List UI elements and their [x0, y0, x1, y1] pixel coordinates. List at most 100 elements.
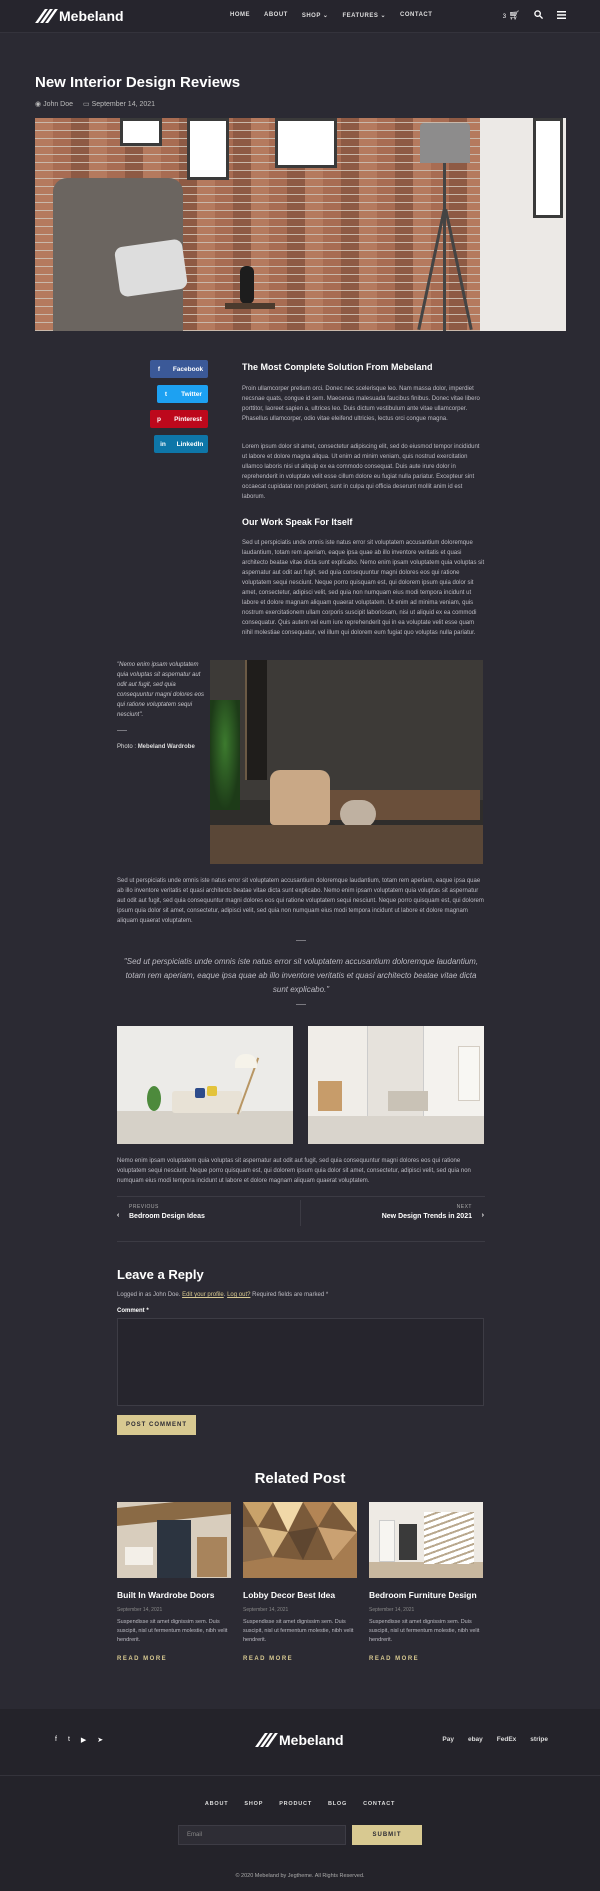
related-excerpt: Suspendisse sit amet dignissim sem. Duis… [117, 1619, 228, 1643]
search-icon[interactable] [534, 10, 544, 21]
footer-social: f t ▶ ➤ [55, 1736, 103, 1744]
post-meta: ◉ John Doe ▭ September 14, 2021 [35, 100, 155, 108]
bedroom-photo [308, 1026, 484, 1144]
payment-methods: Pay ebay FedEx stripe [442, 1736, 548, 1743]
wardrobe-photo [210, 660, 483, 864]
divider [296, 940, 306, 941]
logo-mark-icon [255, 1733, 278, 1747]
divider [117, 1241, 485, 1242]
related-title[interactable]: Bedroom Furniture Design [369, 1590, 483, 1600]
comment-textarea[interactable] [117, 1318, 484, 1406]
footer-nav: ABOUT SHOP PRODUCT BLOG CONTACT [0, 1801, 600, 1807]
apple-pay-icon: Pay [442, 1736, 454, 1743]
related-date: September 14, 2021 [117, 1607, 163, 1613]
footer-link-about[interactable]: ABOUT [205, 1801, 229, 1807]
side-quote: "Nemo enim ipsam voluptatem quia volupta… [117, 662, 205, 718]
post-comment-button[interactable]: POST COMMENT [117, 1415, 196, 1435]
fedex-icon: FedEx [496, 1736, 517, 1743]
divider [117, 1196, 485, 1197]
edit-profile-link[interactable]: Edit your profile [182, 1292, 224, 1298]
blockquote: "Sed ut perspiciatis unde omnis iste nat… [123, 957, 479, 994]
ebay-icon: ebay [467, 1736, 483, 1743]
telegram-icon[interactable]: ➤ [97, 1736, 103, 1744]
footer-link-product[interactable]: PRODUCT [279, 1801, 312, 1807]
related-date: September 14, 2021 [243, 1607, 289, 1613]
next-post-link[interactable]: NEXT New Design Trends in 2021 › [382, 1204, 484, 1220]
site-header: Mebeland HOME ABOUT SHOP ⌄ FEATURES ⌄ CO… [0, 0, 600, 33]
nav-shop[interactable]: SHOP ⌄ [302, 12, 329, 19]
nav-contact[interactable]: CONTACT [400, 12, 432, 19]
logged-in-notice: Logged in as John Doe. Edit your profile… [117, 1292, 329, 1298]
related-excerpt: Suspendisse sit amet dignissim sem. Duis… [243, 1619, 354, 1643]
related-image[interactable] [369, 1502, 483, 1578]
facebook-icon[interactable]: f [55, 1736, 57, 1744]
related-image[interactable] [243, 1502, 357, 1578]
chevron-left-icon: ‹ [117, 1212, 120, 1219]
previous-post-link[interactable]: ‹ PREVIOUS Bedroom Design Ideas [117, 1204, 205, 1220]
related-title[interactable]: Lobby Decor Best Idea [243, 1590, 357, 1600]
header-actions: 3 🛒︎ [503, 10, 566, 21]
stripe-icon: stripe [530, 1736, 548, 1743]
reply-heading: Leave a Reply [117, 1267, 204, 1282]
site-logo[interactable]: Mebeland [35, 8, 124, 24]
footer-logo[interactable]: Mebeland [255, 1732, 344, 1748]
post-author[interactable]: ◉ John Doe [35, 100, 73, 108]
share-facebook-button[interactable]: f Facebook [150, 360, 208, 378]
menu-icon[interactable] [557, 10, 566, 21]
paragraph: Sed ut perspiciatis unde omnis iste natu… [117, 878, 484, 924]
post-date: ▭ September 14, 2021 [83, 101, 156, 108]
footer-link-contact[interactable]: CONTACT [363, 1801, 395, 1807]
divider [0, 1775, 600, 1776]
copyright: © 2020 Mebeland by Jegtheme. All Rights … [235, 1873, 365, 1879]
divider [300, 1200, 301, 1226]
logo-mark-icon [35, 9, 58, 23]
paragraph: Proin ullamcorper pretium orci. Donec ne… [242, 386, 480, 422]
youtube-icon[interactable]: ▶ [81, 1736, 86, 1744]
comment-label: Comment * [117, 1308, 149, 1314]
share-pinterest-button[interactable]: p Pinterest [150, 410, 208, 428]
share-linkedin-button[interactable]: in LinkedIn [154, 435, 208, 453]
related-excerpt: Suspendisse sit amet dignissim sem. Duis… [369, 1619, 480, 1643]
pinterest-icon: p [157, 415, 161, 423]
footer-link-shop[interactable]: SHOP [244, 1801, 263, 1807]
calendar-icon: ▭ [83, 101, 90, 108]
main-nav: HOME ABOUT SHOP ⌄ FEATURES ⌄ CONTACT [230, 12, 432, 19]
cart-icon: 🛒︎ [508, 10, 520, 20]
nav-home[interactable]: HOME [230, 12, 250, 19]
logout-link[interactable]: Log out? [227, 1292, 250, 1298]
related-card: Lobby Decor Best Idea September 14, 2021… [243, 1502, 357, 1662]
nav-features[interactable]: FEATURES ⌄ [342, 12, 386, 19]
twitter-icon[interactable]: t [68, 1736, 70, 1744]
paragraph: Sed ut perspiciatis unde omnis iste natu… [242, 540, 485, 636]
related-date: September 14, 2021 [369, 1607, 415, 1613]
read-more-link[interactable]: READ MORE [369, 1656, 483, 1662]
cart-button[interactable]: 3 🛒︎ [503, 10, 520, 21]
site-footer: f t ▶ ➤ Mebeland Pay ebay FedEx stripe A… [0, 1709, 600, 1891]
divider [117, 730, 127, 731]
read-more-link[interactable]: READ MORE [117, 1656, 231, 1662]
section-heading: The Most Complete Solution From Mebeland [242, 362, 433, 372]
photo-caption: Photo : Mebeland Wardrobe [117, 744, 195, 750]
email-input[interactable]: Email [178, 1825, 346, 1845]
related-card: Built In Wardrobe Doors September 14, 20… [117, 1502, 231, 1662]
related-card: Bedroom Furniture Design September 14, 2… [369, 1502, 483, 1662]
linkedin-icon: in [160, 440, 166, 448]
related-title[interactable]: Built In Wardrobe Doors [117, 1590, 231, 1600]
share-twitter-button[interactable]: t Twitter [157, 385, 208, 403]
twitter-icon: t [164, 390, 168, 398]
read-more-link[interactable]: READ MORE [243, 1656, 357, 1662]
related-image[interactable] [117, 1502, 231, 1578]
chevron-right-icon: › [481, 1212, 484, 1219]
facebook-icon: f [157, 365, 161, 373]
nav-about[interactable]: ABOUT [264, 12, 288, 19]
living-room-photo [117, 1026, 293, 1144]
paragraph: Lorem ipsum dolor sit amet, consectetur … [242, 444, 480, 500]
submit-button[interactable]: SUBMIT [352, 1825, 422, 1845]
post-title: New Interior Design Reviews [35, 74, 241, 91]
footer-link-blog[interactable]: BLOG [328, 1801, 347, 1807]
related-heading: Related Post [254, 1470, 346, 1487]
user-icon: ◉ [35, 101, 42, 108]
hero-image [35, 118, 566, 331]
section-heading: Our Work Speak For Itself [242, 517, 353, 527]
paragraph: Nemo enim ipsam voluptatem quia voluptas… [117, 1158, 471, 1184]
